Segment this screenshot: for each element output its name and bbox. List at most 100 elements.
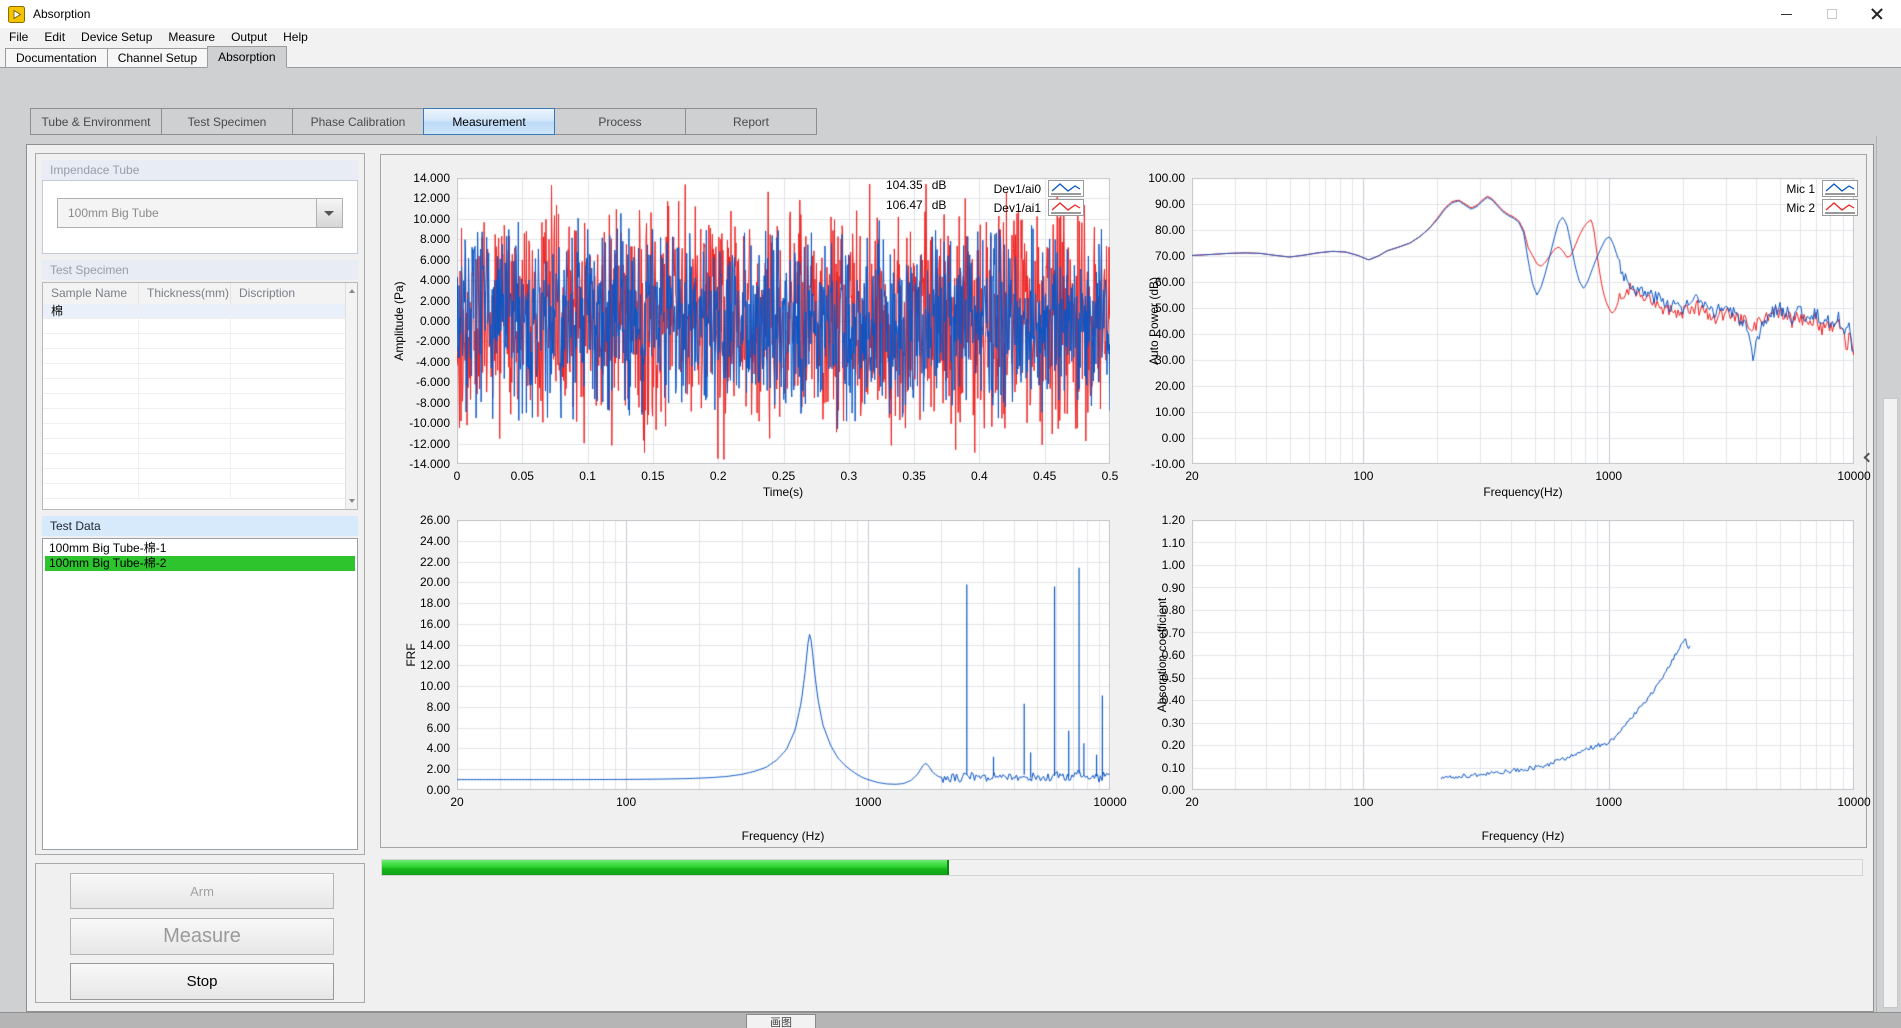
scroll-up-icon[interactable] [349,289,355,293]
minimize-button[interactable] [1764,0,1809,28]
test-data-list[interactable]: 100mm Big Tube-棉-1100mm Big Tube-棉-2 [42,538,358,850]
legend-item[interactable]: Mic 2 [1613,198,1858,217]
specimen-row[interactable] [43,364,357,379]
time-waveform-plot[interactable] [457,178,1110,464]
specimen-row[interactable] [43,349,357,364]
y-tick-label: 100.00 [1141,171,1185,185]
y-tick-label: 0.90 [1141,581,1185,595]
y-tick-label: 10.000 [381,212,450,226]
subtab-report[interactable]: Report [685,108,817,135]
subtab-process[interactable]: Process [554,108,686,135]
menu-item-measure[interactable]: Measure [160,28,223,47]
x-tick-label: 0.15 [618,469,688,483]
x-tick-label: 1000 [1574,469,1644,483]
menu-item-output[interactable]: Output [223,28,275,47]
auto-power-plot[interactable] [1192,178,1854,464]
menu-item-edit[interactable]: Edit [36,28,73,47]
specimen-table-body: 棉 [43,304,357,499]
chart-time-waveform: 14.00012.00010.0008.0006.0004.0002.0000.… [381,155,1126,505]
test-data-item[interactable]: 100mm Big Tube-棉-1 [45,541,355,556]
menu-item-file[interactable]: File [1,28,36,47]
subtab-phase-calibration[interactable]: Phase Calibration [292,108,424,135]
y-tick-label: 22.00 [381,555,450,569]
specimen-table[interactable]: Sample Name Thickness(mm) Discription 棉 [42,282,358,510]
specimen-row[interactable]: 棉 [43,304,357,319]
specimen-cell [139,349,231,363]
subtab-measurement[interactable]: Measurement [423,108,555,135]
specimen-row[interactable] [43,484,357,499]
measure-button[interactable]: Measure [70,918,334,955]
tube-select-button[interactable] [316,199,342,227]
specimen-row[interactable] [43,424,357,439]
maximize-button[interactable] [1809,0,1854,28]
x-axis-label: Frequency (Hz) [1423,829,1623,843]
specimen-cell [231,469,357,483]
specimen-row[interactable] [43,319,357,334]
y-tick-label: 6.000 [381,253,450,267]
legend: Mic 1 Mic 2 [1613,179,1858,217]
specimen-cell [139,379,231,393]
specimen-row[interactable] [43,439,357,454]
tab-absorption[interactable]: Absorption [207,46,286,68]
tab-channel-setup[interactable]: Channel Setup [107,48,208,67]
y-axis-label: Absorption coefficient [1155,598,1169,713]
x-tick-label: 0.05 [487,469,557,483]
frf-plot[interactable] [457,520,1110,790]
x-tick-label: 0.35 [879,469,949,483]
x-tick-label: 1000 [1574,795,1644,809]
y-tick-label: 18.00 [381,596,450,610]
specimen-table-scrollbar[interactable] [345,283,357,509]
specimen-cell [139,484,231,498]
tube-select[interactable]: 100mm Big Tube [57,198,343,228]
y-tick-label: 1.10 [1141,536,1185,550]
scroll-down-icon[interactable] [349,499,355,503]
specimen-cell [139,304,231,318]
specimen-col-discription: Discription [231,283,357,304]
y-tick-label: 1.20 [1141,513,1185,527]
x-tick-label: 100 [1328,469,1398,483]
specimen-cell [231,484,357,498]
specimen-row[interactable] [43,454,357,469]
menu-item-help[interactable]: Help [275,28,316,47]
background-tab[interactable]: 画图 [746,1014,816,1028]
y-tick-label: 6.00 [381,721,450,735]
specimen-cell [139,319,231,333]
titlebar: Absorption [0,0,1901,28]
y-axis-label: Amplitude (Pa) [392,281,406,360]
y-tick-label: 0.00 [1141,431,1185,445]
x-tick-label: 0.4 [944,469,1014,483]
y-tick-label: 8.00 [381,700,450,714]
bottom-strip: 画图 [0,1012,1901,1028]
chart-auto-power: 100.0090.0080.0070.0060.0050.0040.0030.0… [1141,155,1868,505]
x-tick-label: 0.45 [1010,469,1080,483]
specimen-cell [43,379,139,393]
absorption-plot[interactable] [1192,520,1854,790]
subtab-test-specimen[interactable]: Test Specimen [161,108,293,135]
stop-button[interactable]: Stop [70,963,334,1000]
y-tick-label: 1.00 [1141,558,1185,572]
x-tick-label: 0.2 [683,469,753,483]
specimen-cell [43,334,139,348]
specimen-row[interactable] [43,379,357,394]
specimen-cell [43,364,139,378]
arm-button[interactable]: Arm [70,873,334,909]
main-tab-strip: Documentation Channel Setup Absorption [0,47,1901,68]
specimen-row[interactable] [43,334,357,349]
legend-item[interactable]: Dev1/ai0 [839,179,1084,198]
subtab-tube-environment[interactable]: Tube & Environment [30,108,162,135]
menu-item-device-setup[interactable]: Device Setup [73,28,160,47]
specimen-cell [139,439,231,453]
x-tick-label: 100 [1328,795,1398,809]
progress-bar [381,859,1863,876]
specimen-row[interactable] [43,469,357,484]
legend-item[interactable]: Dev1/ai1 [839,198,1084,217]
specimen-row[interactable] [43,394,357,409]
y-tick-label: -6.000 [381,375,450,389]
test-data-item[interactable]: 100mm Big Tube-棉-2 [45,556,355,571]
close-button[interactable] [1854,0,1899,28]
legend-item[interactable]: Mic 1 [1613,179,1858,198]
left-panel: Impendace Tube 100mm Big Tube Test Speci… [35,153,365,855]
specimen-row[interactable] [43,409,357,424]
vertical-scrollbar[interactable] [1883,398,1898,1008]
tab-documentation[interactable]: Documentation [5,48,108,67]
